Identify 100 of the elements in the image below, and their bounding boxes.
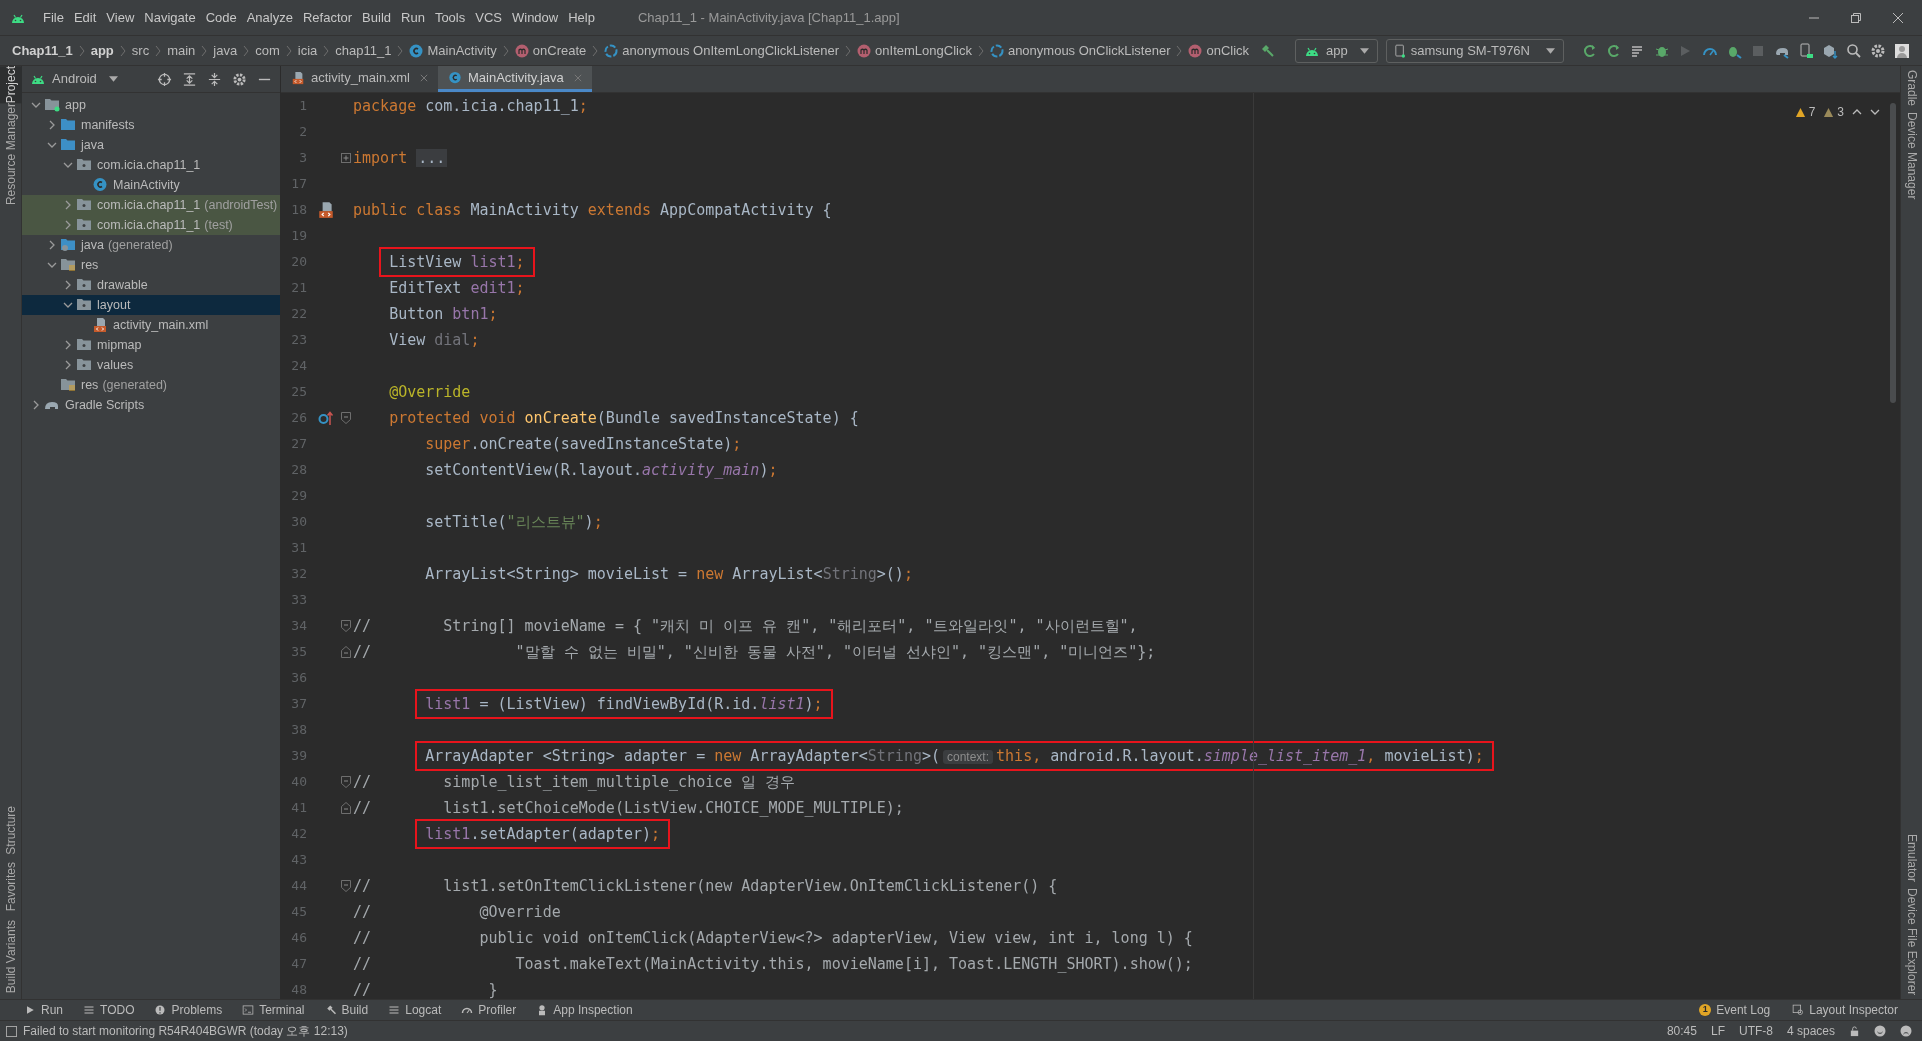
code-line: import ...	[353, 147, 448, 169]
warning-count[interactable]: 3	[1823, 103, 1844, 121]
menu-item[interactable]: Edit	[68, 5, 102, 30]
frown-icon[interactable]	[1900, 1025, 1912, 1037]
tool-window-button[interactable]: Terminal	[242, 1001, 305, 1019]
breadcrumb-item[interactable]: src	[131, 40, 150, 61]
status-item[interactable]: UTF-8	[1738, 1022, 1773, 1040]
breadcrumb-item[interactable]: onItemLongClick	[875, 40, 972, 61]
tree-item[interactable]: layout	[22, 295, 280, 315]
menu-item[interactable]: Code	[200, 5, 242, 30]
device-manager-icon[interactable]	[1798, 42, 1814, 59]
menu-item[interactable]: Window	[506, 5, 564, 30]
smile-icon[interactable]	[1874, 1025, 1886, 1037]
tool-window-tab[interactable]: Gradle	[1901, 70, 1922, 107]
settings-icon[interactable]	[1870, 42, 1886, 59]
tree-item[interactable]: com.icia.chap11_1 (test)	[22, 215, 280, 235]
breadcrumb-item[interactable]: java	[213, 40, 238, 61]
editor-tab[interactable]: activity_main.xml	[281, 66, 438, 92]
breadcrumb-item[interactable]: icia	[297, 40, 318, 61]
tool-window-tab[interactable]: Project	[0, 66, 22, 104]
tool-window-button[interactable]: Build	[324, 1001, 369, 1019]
close-icon[interactable]	[419, 73, 428, 82]
override-icon[interactable]	[318, 410, 334, 426]
warning-count[interactable]: 7	[1794, 103, 1816, 121]
breadcrumb-item[interactable]: app	[90, 40, 114, 61]
anonymous-class-icon	[604, 43, 619, 58]
breadcrumb-item[interactable]: MainActivity	[427, 40, 497, 61]
previous-icon[interactable]	[1852, 107, 1862, 117]
tool-window-button[interactable]: TODO	[83, 1001, 135, 1019]
fold-expand-icon[interactable]	[341, 153, 351, 163]
tool-window-button[interactable]: Profiler	[461, 1001, 517, 1019]
menu-item[interactable]: File	[38, 5, 69, 30]
menu-item[interactable]: Tools	[429, 5, 471, 30]
search-icon[interactable]	[1846, 42, 1862, 59]
fold-marker-icon[interactable]	[341, 880, 351, 892]
tree-item[interactable]: com.icia.chap11_1 (androidTest)	[22, 195, 280, 215]
tool-window-tab[interactable]: Device File Explorer	[1901, 887, 1922, 995]
tool-window-tab[interactable]: Device Manager	[1901, 112, 1922, 200]
menu-item[interactable]: Build	[357, 5, 396, 30]
tool-window-tab[interactable]: Structure	[0, 805, 22, 855]
code-line: protected void onCreate(Bundle savedInstanceState) {	[389, 407, 859, 429]
line-number: 24	[290, 357, 308, 376]
fold-marker-icon[interactable]	[341, 620, 351, 632]
package-folder-icon	[76, 217, 92, 233]
editor-tab[interactable]: MainActivity.java	[437, 66, 592, 92]
fold-marker-icon[interactable]	[341, 412, 351, 424]
tool-window-button[interactable]: Problems	[154, 1001, 223, 1019]
tool-window-button[interactable]: Logcat	[388, 1001, 442, 1019]
breadcrumb-item[interactable]: chap11_1	[335, 40, 392, 61]
avatar-icon[interactable]	[1894, 42, 1910, 59]
device-dropdown[interactable]: samsung SM-T976N	[1385, 38, 1564, 63]
locate-icon[interactable]	[157, 71, 172, 87]
menu-item[interactable]: Run	[396, 5, 430, 30]
menu-item[interactable]: Refactor	[297, 5, 358, 30]
breadcrumb-item[interactable]: anonymous OnClickListener	[1007, 40, 1171, 61]
status-item[interactable]: LF	[1710, 1022, 1725, 1040]
menu-item[interactable]: Navigate	[139, 5, 201, 30]
layout-inspector-icon	[1792, 1004, 1805, 1016]
code-line: // @Override	[353, 901, 561, 923]
lock-icon[interactable]	[1849, 1025, 1860, 1037]
menu-item[interactable]: View	[101, 5, 140, 30]
layout-file-icon[interactable]	[317, 201, 335, 219]
tool-window-button[interactable]: Layout Inspector	[1792, 1001, 1898, 1019]
fold-marker-icon[interactable]	[341, 802, 351, 814]
breadcrumb-item[interactable]: Chap11_1	[12, 40, 73, 61]
tool-window-tab[interactable]: Emulator	[1901, 833, 1922, 882]
expand-all-icon[interactable]	[182, 71, 197, 87]
apply-changes-icon[interactable]	[1582, 42, 1598, 59]
tool-window-tab[interactable]: Resource Manager	[0, 103, 22, 206]
breadcrumb-item[interactable]: main	[167, 40, 196, 61]
settings-icon[interactable]	[232, 71, 247, 87]
scrollbar-thumb[interactable]	[1890, 103, 1896, 403]
menu-item[interactable]: VCS	[470, 5, 507, 30]
chevron-icon	[201, 44, 208, 57]
restore-icon[interactable]	[1850, 11, 1862, 24]
run-config-dropdown[interactable]: app	[1295, 38, 1378, 63]
apply-code-changes-icon[interactable]	[1606, 42, 1622, 59]
tool-window-button[interactable]: 1 Event Log	[1699, 1001, 1771, 1019]
sdk-manager-icon[interactable]	[1822, 42, 1838, 59]
tool-window-button[interactable]: App Inspection	[536, 1001, 633, 1019]
status-item[interactable]: 4 spaces	[1786, 1022, 1835, 1040]
tool-window-tab[interactable]: Build Variants	[0, 919, 22, 993]
tool-window-tab[interactable]: Favorites	[0, 862, 22, 912]
breadcrumb-item[interactable]: anonymous OnItemLongClickListener	[622, 40, 840, 61]
resource-folder-icon	[60, 377, 76, 393]
next-icon[interactable]	[1870, 107, 1880, 117]
chevron-icon	[119, 44, 126, 57]
status-item[interactable]: 80:45	[1666, 1022, 1697, 1040]
breadcrumb-item[interactable]: com	[255, 40, 280, 61]
fold-marker-icon[interactable]	[341, 776, 351, 788]
tool-window-button[interactable]: Run	[24, 1001, 63, 1019]
menu-item[interactable]: Analyze	[241, 5, 298, 30]
menu-item[interactable]: Help	[563, 5, 600, 30]
close-icon[interactable]	[1892, 11, 1904, 24]
fold-marker-icon[interactable]	[341, 646, 351, 658]
view-dropdown[interactable]: Android	[30, 69, 118, 89]
breadcrumb-item[interactable]: onCreate	[532, 40, 587, 61]
collapse-all-icon[interactable]	[207, 71, 222, 87]
panel-toggle-icon[interactable]	[6, 1025, 17, 1037]
breadcrumb-item[interactable]: onClick	[1206, 40, 1250, 61]
